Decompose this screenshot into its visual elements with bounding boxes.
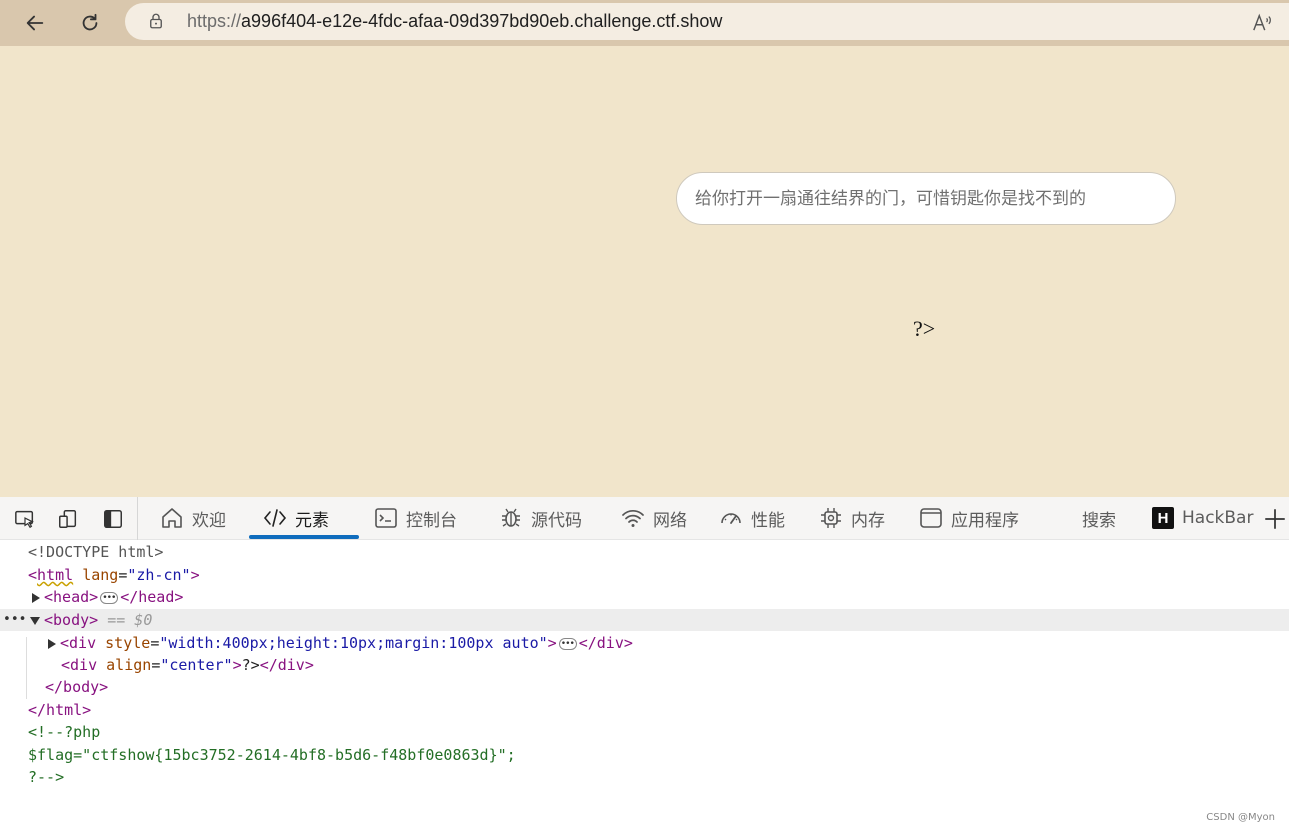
- address-bar[interactable]: https://a996f404-e12e-4fdc-afaa-09d397bd…: [125, 3, 1289, 40]
- url-host: a996f404-e12e-4fdc-afaa-09d397bd90eb.cha…: [241, 11, 723, 31]
- read-aloud-icon[interactable]: [1251, 12, 1273, 32]
- back-button[interactable]: [20, 8, 50, 38]
- tree-div2-line[interactable]: <div align="center">?></div>: [0, 654, 1289, 676]
- php-comment-open: <!--?php: [28, 723, 101, 741]
- expand-arrow-icon[interactable]: [32, 592, 40, 603]
- doctype-text: <!DOCTYPE html>: [28, 543, 164, 561]
- html-tag-name: html: [37, 566, 74, 584]
- dock-icon: [104, 510, 122, 528]
- tab-hackbar[interactable]: H HackBar: [1152, 497, 1253, 539]
- gauge-icon: [721, 513, 741, 524]
- tab-label: 搜索: [1082, 510, 1116, 531]
- div1-tag-name: div: [69, 634, 97, 652]
- tab-label: 内存: [851, 510, 885, 531]
- page-viewport: ?>: [0, 46, 1289, 497]
- head-tag-name: head: [53, 588, 90, 606]
- html-attr-value: "zh-cn": [127, 566, 191, 584]
- row-actions-dots-icon[interactable]: •••: [3, 609, 26, 631]
- app-icon: [920, 508, 942, 528]
- body-close-tag: </body>: [45, 678, 109, 696]
- tree-html-line[interactable]: <html lang="zh-cn">: [0, 564, 1289, 586]
- tab-label: 控制台: [406, 510, 457, 531]
- html-attr-name: lang: [82, 566, 119, 584]
- watermark-text: CSDN @Myon⁠: [1206, 812, 1275, 823]
- head-close-tag-name: head: [138, 588, 175, 606]
- body-tag-name: body: [53, 611, 90, 629]
- reload-button[interactable]: [75, 8, 105, 38]
- toolbar-separator: [137, 497, 138, 540]
- inspect-icon: [15, 510, 34, 529]
- tab-network[interactable]: 网络: [621, 497, 687, 539]
- tree-div1-line[interactable]: <div style="width:400px;height:10px;marg…: [0, 632, 1289, 655]
- chip-icon: [821, 508, 841, 528]
- tab-elements[interactable]: 元素: [263, 497, 329, 539]
- tab-label: 应用程序: [951, 510, 1019, 531]
- devtools-tabbar: 欢迎 元素 控制台 源代码 网络 性能 内存 应用程序 搜索 H HackBar: [0, 497, 1289, 540]
- page-text-input[interactable]: [676, 172, 1176, 225]
- div2-close-tag-name: div: [277, 656, 305, 674]
- div2-tag-name: div: [70, 656, 98, 674]
- div2-text: ?>: [241, 656, 260, 674]
- inspect-element-button[interactable]: [12, 506, 38, 532]
- active-tab-indicator: [249, 535, 359, 539]
- expand-arrow-icon[interactable]: [48, 638, 56, 649]
- tab-label: 欢迎: [192, 510, 226, 531]
- tab-memory[interactable]: 内存: [819, 497, 885, 539]
- dock-side-button[interactable]: [100, 506, 126, 532]
- tab-sources[interactable]: 源代码: [499, 497, 582, 539]
- php-comment-close: ?-->: [28, 768, 65, 786]
- device-icon: [59, 510, 77, 528]
- arrow-left-icon: [26, 15, 44, 31]
- tree-comment-line-2[interactable]: $flag="ctfshow{15bc3752-2614-4bf8-b5d6-f…: [0, 744, 1289, 766]
- tree-comment-line-3[interactable]: ?-->: [0, 766, 1289, 788]
- console-icon: [375, 508, 397, 528]
- html-close-tag: </html>: [28, 701, 92, 719]
- div1-attr-name: style: [105, 634, 151, 652]
- tab-label: 源代码: [531, 510, 582, 531]
- reload-icon: [82, 13, 98, 31]
- tab-application[interactable]: 应用程序: [919, 497, 1019, 539]
- tab-console[interactable]: 控制台: [374, 497, 457, 539]
- tree-head-line[interactable]: <head></head>: [0, 586, 1289, 609]
- more-tools-plus-icon[interactable]: [1262, 506, 1288, 532]
- device-emulation-button[interactable]: [55, 506, 81, 532]
- div2-attr-value: "center": [160, 656, 233, 674]
- tab-label: 网络: [653, 510, 687, 531]
- bug-icon: [502, 508, 520, 527]
- tab-label: 元素: [295, 510, 329, 531]
- page-php-close-text: ?>: [913, 316, 936, 341]
- tab-label: 性能: [751, 510, 785, 531]
- home-icon: [162, 508, 182, 528]
- browser-toolbar: https://a996f404-e12e-4fdc-afaa-09d397bd…: [0, 0, 1289, 46]
- tab-search[interactable]: 搜索: [1082, 497, 1116, 539]
- tree-indent-guide: [26, 637, 27, 699]
- tree-body-line-selected[interactable]: ••• <body> == $0: [0, 609, 1289, 631]
- php-flag-comment: $flag="ctfshow{15bc3752-2614-4bf8-b5d6-f…: [28, 746, 516, 764]
- div1-close-tag-name: div: [596, 634, 624, 652]
- lock-icon[interactable]: [147, 12, 165, 30]
- tree-body-close-line[interactable]: </body>: [0, 676, 1289, 698]
- tree-comment-line-1[interactable]: <!--?php: [0, 721, 1289, 743]
- tab-performance[interactable]: 性能: [719, 497, 785, 539]
- tab-welcome[interactable]: 欢迎: [160, 497, 226, 539]
- wifi-icon: [622, 509, 644, 527]
- div2-attr-name: align: [106, 656, 152, 674]
- collapsed-content-ellipsis-icon[interactable]: [558, 633, 577, 655]
- url-text[interactable]: https://a996f404-e12e-4fdc-afaa-09d397bd…: [187, 11, 722, 32]
- elements-tree: <!DOCTYPE html> <html lang="zh-cn"> <hea…: [0, 540, 1289, 831]
- selected-node-ref: == $0: [107, 611, 153, 629]
- tree-doctype-line[interactable]: <!DOCTYPE html>: [0, 541, 1289, 563]
- collapse-arrow-icon[interactable]: [30, 616, 40, 625]
- tree-html-close-line[interactable]: </html>: [0, 699, 1289, 721]
- collapsed-content-ellipsis-icon[interactable]: [100, 587, 119, 609]
- url-protocol: https://: [187, 11, 242, 31]
- hackbar-logo-icon: H: [1152, 507, 1174, 529]
- code-icon: [263, 509, 287, 527]
- tab-label: HackBar: [1182, 508, 1254, 528]
- div1-attr-value: "width:400px;height:10px;margin:100px au…: [159, 634, 548, 652]
